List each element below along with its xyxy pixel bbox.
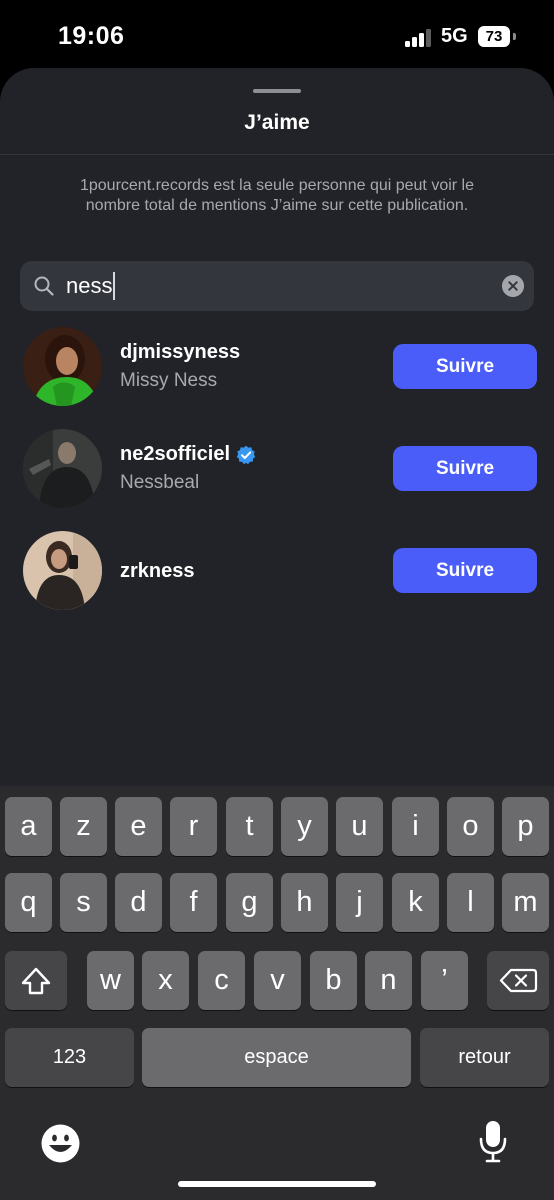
- key[interactable]: q: [5, 873, 52, 932]
- key[interactable]: n: [365, 951, 412, 1010]
- signal-icon: [405, 29, 435, 47]
- key[interactable]: g: [226, 873, 273, 932]
- privacy-note: 1pourcent.records est la seule personne …: [79, 177, 474, 214]
- key[interactable]: o: [447, 797, 494, 856]
- key[interactable]: ’: [421, 951, 468, 1010]
- username[interactable]: zrkness: [120, 560, 195, 583]
- follow-button[interactable]: Suivre: [393, 344, 537, 389]
- key[interactable]: e: [115, 797, 162, 856]
- key[interactable]: k: [392, 873, 439, 932]
- username-row: djmissyness: [120, 341, 240, 364]
- key[interactable]: j: [336, 873, 383, 932]
- delete-key[interactable]: [487, 951, 549, 1010]
- key[interactable]: h: [281, 873, 328, 932]
- list-item[interactable]: djmissyness Missy Ness Suivre: [0, 326, 554, 428]
- divider: [0, 154, 554, 155]
- shift-icon: [21, 967, 51, 995]
- key[interactable]: w: [87, 951, 134, 1010]
- return-key[interactable]: retour: [420, 1028, 549, 1087]
- full-name: Missy Ness: [120, 370, 218, 391]
- sheet-grabber[interactable]: [253, 89, 301, 93]
- key[interactable]: z: [60, 797, 107, 856]
- backspace-icon: [499, 968, 538, 993]
- key[interactable]: u: [336, 797, 383, 856]
- follow-button[interactable]: Suivre: [393, 446, 537, 491]
- username-row: ne2sofficiel: [120, 443, 256, 466]
- search-input[interactable]: ness: [66, 261, 486, 311]
- numbers-key[interactable]: 123: [5, 1028, 134, 1087]
- avatar[interactable]: [23, 531, 102, 610]
- user-list: djmissyness Missy Ness Suivre ne2soffici…: [0, 326, 554, 632]
- key[interactable]: a: [5, 797, 52, 856]
- key[interactable]: d: [115, 873, 162, 932]
- key[interactable]: c: [198, 951, 245, 1010]
- key[interactable]: l: [447, 873, 494, 932]
- microphone-icon[interactable]: [478, 1119, 508, 1165]
- full-name: Nessbeal: [120, 472, 200, 493]
- list-item[interactable]: zrkness Suivre: [0, 530, 554, 632]
- network-label: 5G: [441, 25, 468, 47]
- search-bar[interactable]: ness: [20, 261, 534, 311]
- key[interactable]: b: [310, 951, 357, 1010]
- status-time: 19:06: [58, 22, 125, 50]
- key[interactable]: r: [170, 797, 217, 856]
- username[interactable]: djmissyness: [120, 341, 240, 364]
- status-bar: 19:06 5G 73: [0, 0, 554, 70]
- text-caret: [113, 271, 116, 300]
- avatar[interactable]: [23, 327, 102, 406]
- follow-button[interactable]: Suivre: [393, 548, 537, 593]
- search-value: ness: [66, 273, 113, 298]
- battery-level: 73: [478, 26, 510, 47]
- emoji-icon[interactable]: [40, 1123, 81, 1164]
- key[interactable]: v: [254, 951, 301, 1010]
- home-indicator[interactable]: [178, 1181, 376, 1187]
- key[interactable]: p: [502, 797, 549, 856]
- avatar[interactable]: [23, 429, 102, 508]
- space-key[interactable]: espace: [142, 1028, 411, 1087]
- search-icon: [34, 276, 54, 296]
- key[interactable]: m: [502, 873, 549, 932]
- battery-icon: 73: [478, 26, 516, 47]
- key[interactable]: f: [170, 873, 217, 932]
- list-item[interactable]: ne2sofficiel Nessbeal Suivre: [0, 428, 554, 530]
- username[interactable]: ne2sofficiel: [120, 443, 230, 466]
- key[interactable]: y: [281, 797, 328, 856]
- username-row: zrkness: [120, 560, 195, 583]
- key[interactable]: i: [392, 797, 439, 856]
- sheet-title: J’aime: [244, 111, 310, 134]
- keyboard: a z e r t y u i o p q s d f g h j k l m …: [0, 786, 554, 1200]
- verified-badge-icon: [236, 445, 256, 464]
- key[interactable]: x: [142, 951, 189, 1010]
- shift-key[interactable]: [5, 951, 67, 1010]
- clear-search-icon[interactable]: [502, 275, 524, 297]
- key[interactable]: s: [60, 873, 107, 932]
- key[interactable]: t: [226, 797, 273, 856]
